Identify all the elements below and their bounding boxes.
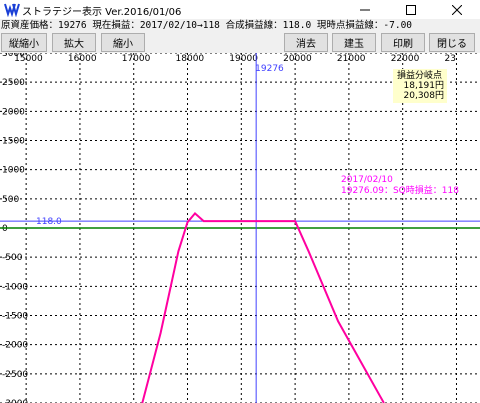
close-icon — [452, 4, 462, 15]
y-tick-label: 1000 — [2, 166, 25, 176]
y-tick-label: 500 — [2, 195, 19, 205]
print-button[interactable]: 印刷 — [381, 33, 425, 52]
payoff-series-line — [141, 211, 385, 403]
y-tick-label: 1500 — [2, 137, 25, 147]
zoom-vertical-button[interactable]: 縦縮小 — [1, 33, 47, 52]
minimize-icon — [360, 9, 370, 10]
maximize-button[interactable] — [388, 0, 434, 19]
x-tick-label: 17000 — [122, 54, 151, 64]
minimize-button[interactable] — [342, 0, 388, 19]
current-price-label: 19276 — [255, 64, 284, 74]
position-button[interactable]: 建玉 — [332, 33, 376, 52]
y-tick-label: 2500 — [2, 78, 25, 88]
toolbar: 縦縮小 拡大 縮小 消去 建玉 印刷 閉じる — [0, 32, 480, 53]
x-tick-label: 23 — [444, 54, 455, 64]
level-label: 118.0 — [36, 217, 62, 227]
y-tick-label: -2500 — [2, 370, 28, 380]
y-tick-label: 2000 — [2, 107, 25, 117]
y-tick-label: 0 — [2, 224, 8, 234]
status-line: 原資産価格：19276 現在損益：2017/02/10→118 合成損益線：11… — [0, 19, 480, 32]
payoff-chart: 15000 16000 17000 18000 19000 20000 21000 22000… — [0, 53, 480, 403]
x-tick-label: 21000 — [337, 54, 366, 64]
y-tick-label: 3000 — [2, 53, 25, 59]
title-bar: ストラテジー表示 Ver.2016/01/06 — [0, 0, 480, 19]
breakeven-value: 18,191円 — [404, 80, 445, 91]
x-tick-label: 22000 — [391, 54, 420, 64]
x-tick-label: 20000 — [283, 54, 312, 64]
y-tick-label: -1000 — [2, 282, 28, 292]
payoff-chart-svg: 15000 16000 17000 18000 19000 20000 21000 22000… — [0, 53, 480, 403]
y-tick-label: -500 — [2, 253, 23, 263]
sq-annotation: 19276.09：SQ時損益：118 — [341, 184, 459, 196]
y-tick-label: -1500 — [2, 312, 28, 322]
y-tick-label: -3000 — [2, 399, 28, 403]
x-tick-label: 19000 — [229, 54, 258, 64]
sq-annotation: 2017/02/10 — [341, 175, 393, 185]
maximize-icon — [406, 4, 416, 15]
close-button[interactable]: 閉じる — [429, 33, 475, 52]
clear-button[interactable]: 消去 — [284, 33, 328, 52]
close-window-button[interactable] — [434, 0, 480, 19]
x-tick-label: 18000 — [176, 54, 205, 64]
y-tick-label: -2000 — [2, 341, 28, 351]
breakeven-title: 損益分岐点 — [397, 69, 442, 81]
x-tick-label: 16000 — [68, 54, 97, 64]
shrink-button[interactable]: 縮小 — [101, 33, 145, 52]
app-icon — [4, 3, 20, 17]
expand-button[interactable]: 拡大 — [52, 33, 96, 52]
breakeven-value: 20,308円 — [404, 90, 445, 101]
window-title: ストラテジー表示 Ver.2016/01/06 — [22, 7, 182, 18]
